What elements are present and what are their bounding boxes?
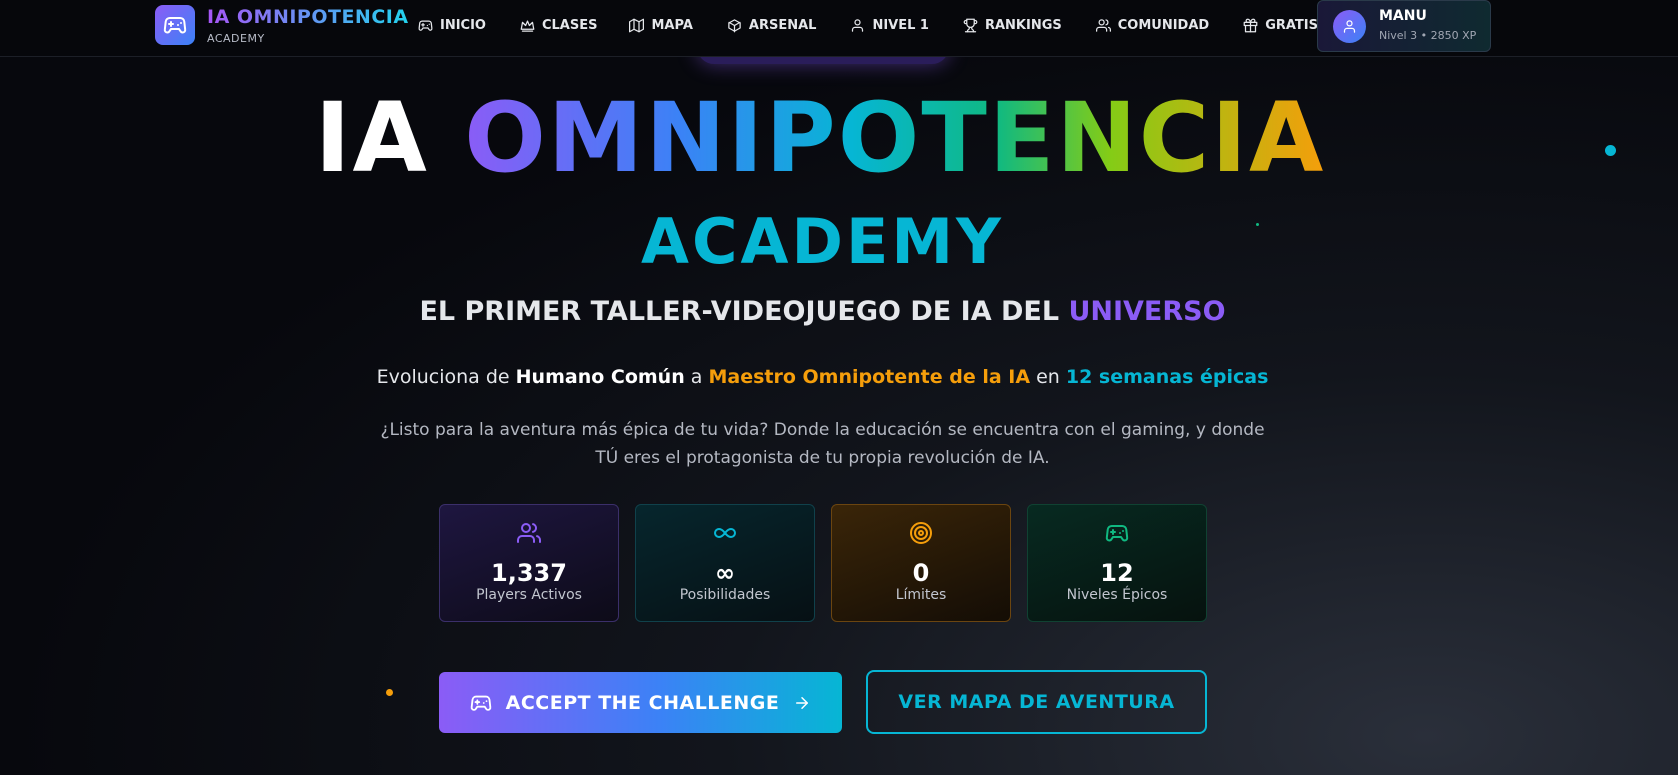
hero-description: ¿Listo para la aventura más épica de tu … [380, 420, 1265, 468]
tagline-part: Evoluciona de [376, 366, 516, 388]
subtitle-accent: UNIVERSO [1068, 296, 1226, 327]
map-icon [629, 18, 645, 32]
decorative-dot-green [1256, 223, 1259, 226]
logo-gamepad-icon[interactable] [155, 5, 195, 45]
nav-item-rankings[interactable]: RANKINGS [963, 15, 1062, 35]
stat-value: 0 [912, 559, 930, 587]
nav-label: GRATIS [1265, 17, 1318, 33]
nav-item-inicio[interactable]: INICIO [418, 15, 486, 35]
hero-subtitle: EL PRIMER TALLER-VIDEOJUEGO DE IA DEL UN… [0, 296, 1645, 327]
nav-item-mapa[interactable]: MAPA [629, 15, 693, 35]
users-icon [1095, 18, 1111, 32]
accept-challenge-label: ACCEPT THE CHALLENGE [505, 691, 780, 714]
stat-label: Posibilidades [679, 587, 771, 603]
tagline-maestro: Maestro Omnipotente de la IA [708, 366, 1031, 388]
nav-label: NIVEL 1 [872, 17, 929, 33]
trophy-icon [963, 18, 978, 32]
tagline-weeks: 12 semanas épicas [1065, 366, 1269, 388]
arrow-right-icon [796, 696, 809, 709]
nav-label: CLASES [541, 17, 598, 33]
infinity-icon [714, 528, 736, 538]
tagline-part: a [684, 366, 709, 388]
hero-tagline: Evoluciona de Humano Común a Maestro Omn… [0, 366, 1645, 388]
hero-title-gradient: OMNIPOTENCIA [464, 82, 1326, 194]
crown-icon [520, 20, 535, 32]
gamepad-icon [418, 20, 433, 31]
decorative-dot-orange [386, 689, 393, 696]
hero-title-white: IA [314, 82, 465, 194]
nav-item-arsenal[interactable]: ARSENAL [727, 15, 817, 35]
stat-label: Players Activos [476, 587, 582, 603]
tagline-humano: Humano Común [515, 366, 685, 388]
avatar[interactable] [1333, 10, 1366, 43]
stat-card-levels: 12 Niveles Épicos [1027, 504, 1207, 622]
nav-label: COMUNIDAD [1117, 17, 1210, 33]
decorative-dot-cyan [1605, 145, 1616, 156]
subtitle-main: EL PRIMER TALLER-VIDEOJUEGO DE IA DEL [419, 296, 1069, 327]
nav-label: MAPA [651, 17, 693, 33]
nav-label: ARSENAL [748, 17, 817, 33]
stat-card-players: 1,337 Players Activos [439, 504, 619, 622]
users-icon [517, 523, 541, 543]
user-icon [1343, 20, 1356, 33]
user-profile-card[interactable]: MANU Nivel 3 • 2850 XP [1317, 0, 1491, 52]
tagline-part: en [1030, 366, 1066, 388]
stat-card-limits: 0 Límites [831, 504, 1011, 622]
view-adventure-map-button[interactable]: VER MAPA DE AVENTURA [866, 670, 1207, 734]
stat-value: ∞ [715, 559, 735, 587]
user-icon [852, 18, 864, 32]
gift-icon [1243, 18, 1258, 32]
gamepad-icon [470, 695, 491, 711]
stat-label: Límites [895, 587, 947, 603]
user-name: MANU [1379, 8, 1427, 24]
gamepad-icon [1105, 525, 1129, 542]
logo-subtitle: ACADEMY [207, 32, 265, 45]
nav-menu: INICIO CLASES MAPA ARSENAL NIVEL 1 RANKI… [418, 15, 1352, 35]
box-icon [728, 18, 741, 32]
nav-item-comunidad[interactable]: COMUNIDAD [1095, 15, 1210, 35]
nav-item-clases[interactable]: CLASES [520, 15, 598, 35]
stat-value: 12 [1100, 559, 1134, 587]
nav-item-gratis[interactable]: GRATIS [1243, 15, 1318, 35]
nav-label: INICIO [440, 17, 486, 33]
nav-label: RANKINGS [984, 17, 1062, 33]
logo-title[interactable]: IA OMNIPOTENCIA [207, 6, 409, 28]
top-navbar: IA OMNIPOTENCIA ACADEMY INICIO CLASES MA… [0, 0, 1678, 57]
hero-title: IA OMNIPOTENCIA [0, 82, 1640, 194]
hero-academy: ACADEMY [641, 205, 1004, 278]
stat-label: Niveles Épicos [1066, 587, 1168, 603]
stat-value: 1,337 [491, 559, 567, 587]
accept-challenge-button[interactable]: ACCEPT THE CHALLENGE [439, 672, 842, 733]
stat-card-possibilities: ∞ Posibilidades [635, 504, 815, 622]
target-icon [910, 522, 932, 544]
user-level: Nivel 3 • 2850 XP [1379, 29, 1477, 42]
nav-item-nivel[interactable]: NIVEL 1 [850, 15, 929, 35]
